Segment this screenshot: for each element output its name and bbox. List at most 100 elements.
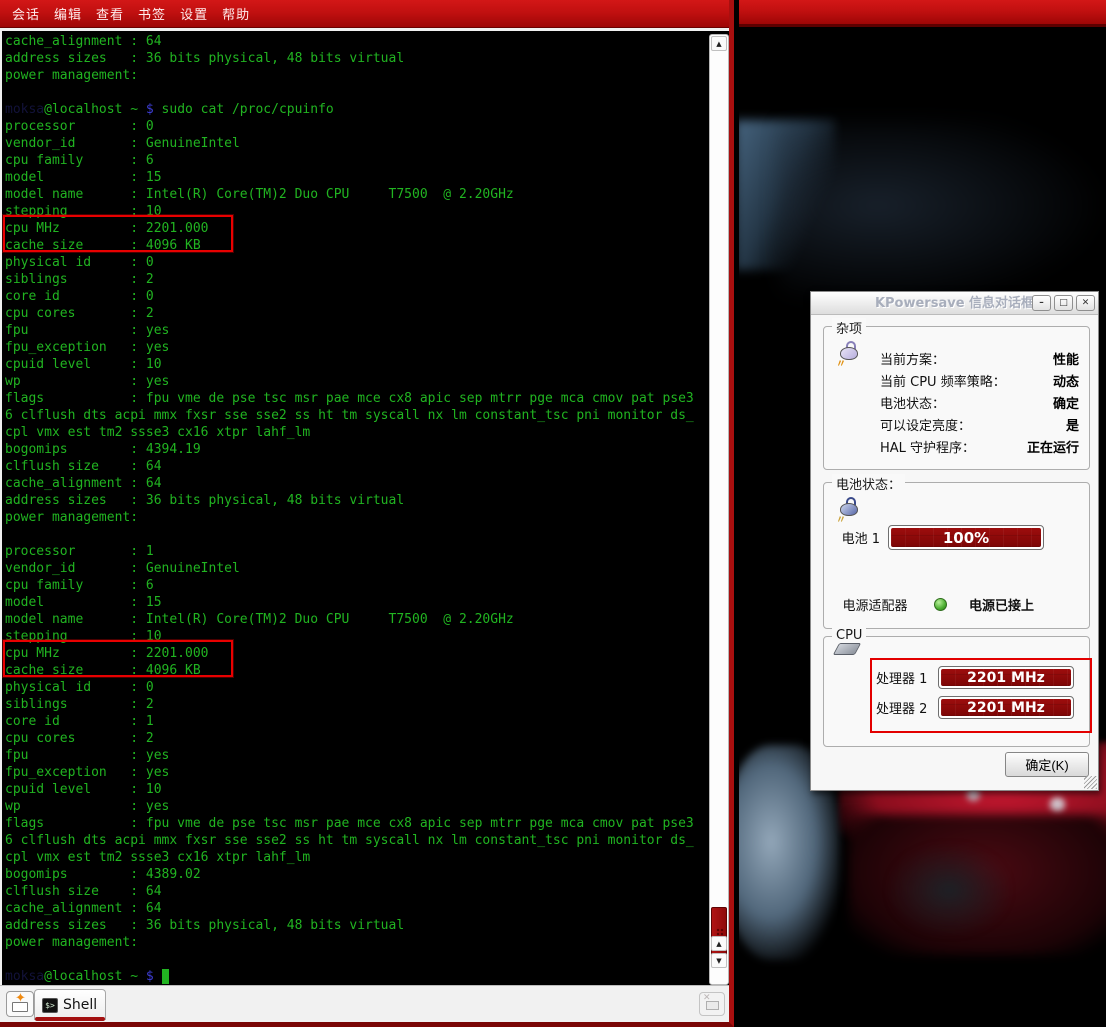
terminal-text-segment: @localhost ~: [44, 102, 146, 117]
terminal-text-segment: cpuid level : 10: [5, 782, 162, 797]
terminal-text-segment: processor : 0: [5, 119, 154, 134]
terminal-line: cpl vmx est tm2 ssse3 cx16 xtpr lahf_lm: [5, 424, 709, 441]
terminal-text-segment: wp : yes: [5, 799, 169, 814]
terminal-line: moksa@localhost ~ $ sudo cat /proc/cpuin…: [5, 101, 709, 118]
misc-rows: 当前方案： 性能 当前 CPU 频率策略： 动态 电池状态： 确定 可: [880, 347, 1079, 457]
terminal-line: [5, 526, 709, 543]
terminal-text-segment: power management:: [5, 68, 138, 83]
misc-groupbox: 杂项 〃 当前方案： 性能 当前 CPU 频率策略： 动态: [823, 326, 1090, 470]
menu-item[interactable]: 设置: [180, 4, 208, 23]
scroll-up-icon-bottom[interactable]: ▲: [711, 936, 727, 951]
adapter-row: 电源适配器 电源已接上: [834, 595, 1034, 614]
terminal-scrollbar[interactable]: ▲ ▲ ▼: [709, 34, 729, 985]
menu-item[interactable]: 书签: [138, 4, 166, 23]
terminal-line: bogomips : 4389.02: [5, 866, 709, 883]
ok-button[interactable]: 确定(K): [1005, 752, 1089, 777]
maximize-button[interactable]: □: [1054, 295, 1073, 311]
terminal-line: vendor_id : GenuineIntel: [5, 135, 709, 152]
terminal-line: address sizes : 36 bits physical, 48 bit…: [5, 50, 709, 67]
terminal-text-segment: address sizes : 36 bits physical, 48 bit…: [5, 493, 404, 508]
battery-progress-value: 100%: [891, 528, 1041, 547]
terminal-text-segment: 6 clflush dts acpi mmx fxsr sse sse2 ss …: [5, 833, 694, 848]
terminal-text-segment: 6 clflush dts acpi mmx fxsr sse sse2 ss …: [5, 408, 694, 423]
terminal-line: cpu cores : 2: [5, 305, 709, 322]
terminal-line: flags : fpu vme de pse tsc msr pae mce c…: [5, 815, 709, 832]
terminal-text-segment: physical id : 0: [5, 680, 154, 695]
screen: 会话编辑查看书签设置帮助 cache_alignment : 64address…: [0, 0, 1106, 1027]
terminal-line: cpu family : 6: [5, 577, 709, 594]
wallpaper-dark-shape: [889, 845, 1009, 935]
close-button[interactable]: ✕: [1076, 295, 1095, 311]
terminal-line: siblings : 2: [5, 696, 709, 713]
terminal-text-segment: bogomips : 4389.02: [5, 867, 201, 882]
terminal-line: cache_alignment : 64: [5, 33, 709, 50]
terminal-line: cpu cores : 2: [5, 730, 709, 747]
tab-shell-label: Shell: [63, 997, 97, 1013]
terminal-line: fpu_exception : yes: [5, 764, 709, 781]
terminal-line: physical id : 0: [5, 679, 709, 696]
terminal-text-segment: fpu : yes: [5, 323, 169, 338]
misc-row: 当前方案： 性能: [880, 347, 1079, 369]
terminal-cursor: [162, 969, 170, 984]
terminal-line: clflush size : 64: [5, 458, 709, 475]
terminal-line: [5, 84, 709, 101]
menu-item[interactable]: 编辑: [54, 4, 82, 23]
dialog-window-buttons: – □ ✕: [1032, 295, 1095, 311]
terminal-line: wp : yes: [5, 798, 709, 815]
terminal-line: fpu : yes: [5, 322, 709, 339]
tab-bar: ✦ $> Shell ✕: [0, 985, 729, 1022]
menu-item[interactable]: 会话: [12, 4, 40, 23]
misc-row-label: 可以设定亮度：: [880, 415, 971, 434]
battery-plug-icon: 〃: [834, 499, 860, 521]
terminal-text-segment: vendor_id : GenuineIntel: [5, 561, 240, 576]
terminal-text-segment: clflush size : 64: [5, 459, 162, 474]
terminal-text-segment: flags : fpu vme de pse tsc msr pae mce c…: [5, 816, 694, 831]
terminal-line: cpuid level : 10: [5, 781, 709, 798]
terminal-text-segment: power management:: [5, 935, 138, 950]
minimize-button[interactable]: –: [1032, 295, 1051, 311]
dialog-titlebar[interactable]: KPowersave 信息对话框 – □ ✕: [811, 292, 1098, 315]
active-tab-underline: [35, 1017, 105, 1021]
terminal-text-segment: [5, 952, 13, 967]
terminal-text-segment: @localhost ~: [44, 969, 146, 984]
terminal-line: model : 15: [5, 169, 709, 186]
terminal-line: 6 clflush dts acpi mmx fxsr sse sse2 ss …: [5, 407, 709, 424]
shell-terminal-icon: $>: [42, 998, 58, 1013]
ok-button-label: 确定(K): [1025, 758, 1068, 773]
misc-row-label: 当前 CPU 频率策略：: [880, 371, 1006, 390]
terminal-line: processor : 0: [5, 118, 709, 135]
terminal-text-segment: cache_alignment : 64: [5, 901, 162, 916]
terminal-line: cache_alignment : 64: [5, 900, 709, 917]
menu-item[interactable]: 帮助: [222, 4, 250, 23]
terminal-text-segment: siblings : 2: [5, 697, 154, 712]
scroll-up-icon[interactable]: ▲: [711, 36, 727, 51]
adapter-green-led-icon: [934, 598, 947, 611]
menu-item[interactable]: 查看: [96, 4, 124, 23]
terminal-line: cpl vmx est tm2 ssse3 cx16 xtpr lahf_lm: [5, 849, 709, 866]
terminal-line: clflush size : 64: [5, 883, 709, 900]
misc-row: 可以设定亮度： 是: [880, 413, 1079, 435]
terminal-line: siblings : 2: [5, 271, 709, 288]
terminal-line: vendor_id : GenuineIntel: [5, 560, 709, 577]
terminal-line: wp : yes: [5, 373, 709, 390]
terminal-line: power management:: [5, 509, 709, 526]
misc-row-value: 动态: [1053, 371, 1079, 390]
terminal-text-segment: [5, 527, 13, 542]
battery-groupbox: 电池状态： 〃 电池 1 100% 电源适配器 电源已接上: [823, 482, 1090, 629]
tab-shell[interactable]: $> Shell: [34, 989, 106, 1020]
plug-prongs: 〃: [836, 355, 846, 370]
terminal-lines: cache_alignment : 64address sizes : 36 b…: [5, 33, 709, 985]
misc-row: 当前 CPU 频率策略： 动态: [880, 369, 1079, 391]
terminal-line: 6 clflush dts acpi mmx fxsr sse sse2 ss …: [5, 832, 709, 849]
terminal-text-segment: model name : Intel(R) Core(TM)2 Duo CPU …: [5, 612, 514, 627]
new-session-button[interactable]: ✦: [6, 991, 34, 1017]
detach-session-button[interactable]: ✕: [699, 992, 725, 1016]
scroll-down-icon[interactable]: ▼: [711, 953, 727, 968]
resize-grip[interactable]: [1084, 776, 1097, 789]
scrollbar-thumb[interactable]: [711, 907, 727, 959]
terminal-screen[interactable]: cache_alignment : 64address sizes : 36 b…: [0, 28, 729, 985]
terminal-text-segment: [5, 85, 13, 100]
cpu-groupbox: CPU 处理器 1 2201 MHz 处理器 2: [823, 636, 1090, 747]
misc-group-title: 杂项: [832, 318, 866, 337]
kpowersave-dialog: KPowersave 信息对话框 – □ ✕ 杂项 〃 当前方案： 性能: [810, 291, 1099, 791]
